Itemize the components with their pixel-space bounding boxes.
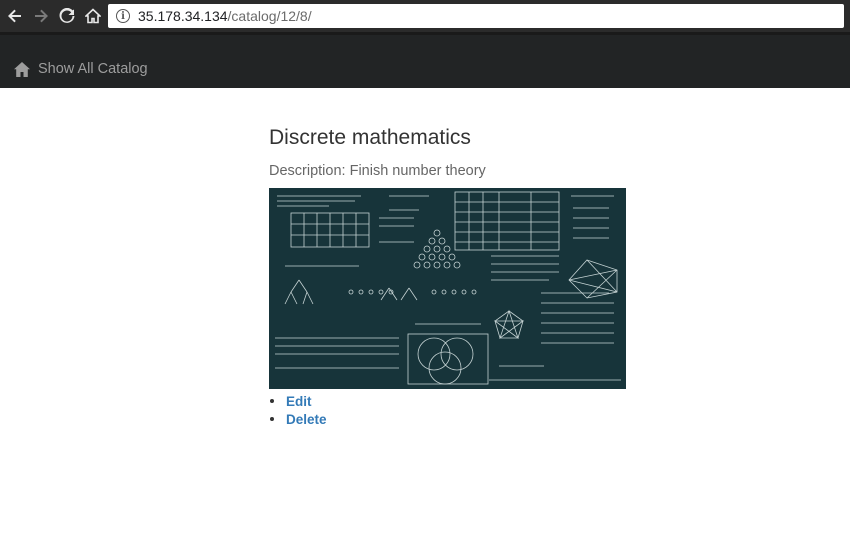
show-all-catalog-link[interactable]: Show All Catalog — [14, 61, 148, 77]
item-title: Discrete mathematics — [269, 126, 471, 149]
forward-arrow-icon[interactable] — [30, 5, 52, 27]
info-icon[interactable]: i — [116, 9, 130, 23]
url-path: /catalog/12/8/ — [227, 8, 312, 24]
home-icon[interactable] — [82, 5, 104, 27]
site-navbar: Show All Catalog — [0, 32, 850, 88]
item-description: Description: Finish number theory — [269, 163, 486, 179]
item-actions-list: Edit Delete — [269, 392, 689, 428]
item-image — [269, 188, 626, 389]
item-detail: Discrete mathematics Description: Finish… — [269, 124, 689, 428]
address-bar[interactable]: i 35.178.34.134/catalog/12/8/ — [108, 4, 844, 28]
bullet — [270, 399, 274, 403]
bullet — [270, 417, 274, 421]
list-item: Edit — [269, 392, 689, 410]
browser-toolbar: i 35.178.34.134/catalog/12/8/ — [0, 0, 850, 32]
reload-icon[interactable] — [56, 5, 78, 27]
back-arrow-icon[interactable] — [4, 5, 26, 27]
brand-label: Show All Catalog — [38, 61, 148, 77]
url-host: 35.178.34.134 — [138, 8, 228, 24]
delete-link[interactable]: Delete — [286, 412, 327, 427]
edit-link[interactable]: Edit — [286, 394, 312, 409]
list-item: Delete — [269, 410, 689, 428]
home-icon — [14, 61, 30, 77]
chalkboard-illustration — [269, 188, 626, 389]
